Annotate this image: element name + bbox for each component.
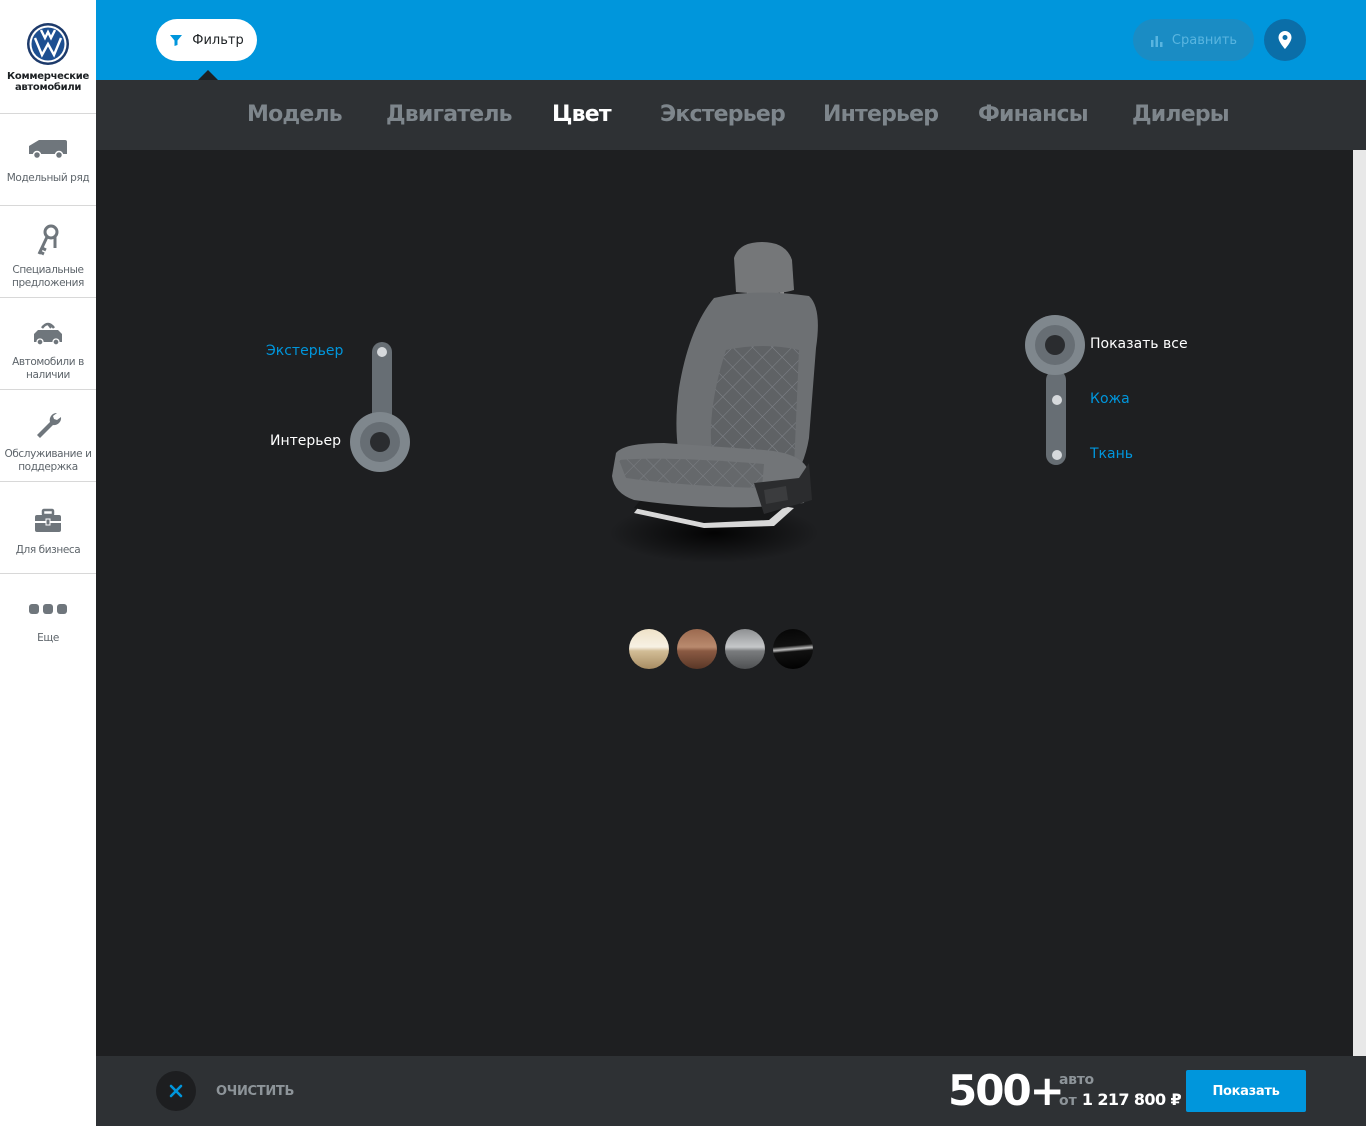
sidebar-item-label: Обслуживание и поддержка: [4, 448, 92, 473]
swatch-brown[interactable]: [677, 629, 717, 669]
bar-chart-icon: [1150, 35, 1163, 47]
briefcase-icon: [35, 508, 61, 532]
tab-dealers[interactable]: Дилеры: [1132, 80, 1230, 150]
results-unit: авто: [1059, 1072, 1094, 1088]
sidebar-item-in-stock[interactable]: Автомобили в наличии: [0, 298, 96, 390]
sidebar-item-label: Еще: [37, 632, 59, 644]
price-prefix: от: [1059, 1093, 1077, 1109]
knob-core: [370, 432, 390, 452]
price-value: 1 217 800 ₽: [1081, 1090, 1182, 1109]
tab-interior[interactable]: Интерьер: [823, 80, 939, 150]
more-icon: [29, 604, 67, 614]
knob-inner: [1035, 325, 1075, 365]
sidebar-item-models[interactable]: Модельный ряд: [0, 114, 96, 206]
knob-inner: [360, 422, 400, 462]
filter-tabs: Модель Двигатель Цвет Экстерьер Интерьер…: [96, 80, 1366, 150]
color-mode-knob[interactable]: [350, 412, 410, 472]
sidebar-item-business[interactable]: Для бизнеса: [0, 482, 96, 574]
sidebar-item-label: Модельный ряд: [6, 172, 90, 184]
location-pin-icon: [1278, 31, 1292, 49]
top-bar: Фильтр Сравнить: [96, 0, 1366, 80]
results-count: 500+: [948, 1066, 1065, 1115]
clear-label[interactable]: ОЧИСТИТЬ: [216, 1084, 294, 1099]
vw-logo-icon: [27, 23, 69, 65]
results-bar: ОЧИСТИТЬ 500+ авто от 1 217 800 ₽ Показа…: [96, 1056, 1366, 1126]
location-button[interactable]: [1264, 19, 1306, 61]
price-from: от 1 217 800 ₽: [1059, 1090, 1182, 1109]
wrench-icon: [37, 412, 62, 438]
sidebar-item-more[interactable]: Еще: [0, 574, 96, 666]
car-stock-icon: [34, 322, 62, 346]
tab-model[interactable]: Модель: [247, 80, 343, 150]
color-mode-interior[interactable]: Интерьер: [270, 433, 341, 449]
show-results-button[interactable]: Показать: [1186, 1070, 1306, 1112]
brand-text: Коммерческие автомобили: [7, 71, 89, 93]
compare-button[interactable]: Сравнить: [1133, 19, 1254, 61]
sidebar-item-label: Специальные предложения: [12, 264, 84, 289]
color-mode-dot-exterior[interactable]: [377, 347, 387, 357]
swatch-beige[interactable]: [629, 629, 669, 669]
brand-logo[interactable]: Коммерческие автомобили: [0, 0, 96, 114]
sidebar-item-label: Автомобили в наличии: [12, 356, 84, 381]
scrollbar[interactable]: [1353, 150, 1366, 1056]
sidebar-item-service[interactable]: Обслуживание и поддержка: [0, 390, 96, 482]
seat-image: [609, 242, 819, 563]
sidebar-item-label: Для бизнеса: [15, 544, 81, 556]
tab-finance[interactable]: Финансы: [978, 80, 1089, 150]
upholstery-dot-fabric[interactable]: [1052, 450, 1062, 460]
tab-engine[interactable]: Двигатель: [386, 80, 513, 150]
swatch-black[interactable]: [773, 629, 813, 669]
upholstery-leather[interactable]: Кожа: [1090, 391, 1130, 407]
tab-color[interactable]: Цвет: [552, 80, 612, 150]
upholstery-show-all[interactable]: Показать все: [1090, 336, 1188, 352]
tab-exterior[interactable]: Экстерьер: [660, 80, 786, 150]
clear-button[interactable]: [156, 1071, 196, 1111]
color-mode-exterior[interactable]: Экстерьер: [266, 343, 343, 359]
color-panel: Экстерьер Интерьер Показать все Кожа Тка…: [96, 150, 1353, 1056]
close-icon: [169, 1084, 183, 1098]
compare-button-label: Сравнить: [1171, 32, 1238, 48]
filter-button[interactable]: Фильтр: [156, 19, 257, 61]
keys-icon: [37, 224, 59, 256]
upholstery-knob[interactable]: [1025, 315, 1085, 375]
knob-core: [1045, 335, 1065, 355]
brand-text-line2: автомобили: [14, 82, 82, 93]
sidebar-item-special-offers[interactable]: Специальные предложения: [0, 206, 96, 298]
van-icon: [29, 140, 67, 160]
filter-pointer: [198, 70, 218, 80]
swatch-gray[interactable]: [725, 629, 765, 669]
sidebar: Коммерческие автомобили Модельный ряд Сп…: [0, 0, 96, 1126]
upholstery-dot-leather[interactable]: [1052, 395, 1062, 405]
filter-button-label: Фильтр: [192, 32, 244, 48]
funnel-icon: [170, 35, 183, 46]
upholstery-fabric[interactable]: Ткань: [1090, 446, 1133, 462]
brand-text-line1: Коммерческие: [7, 71, 89, 82]
